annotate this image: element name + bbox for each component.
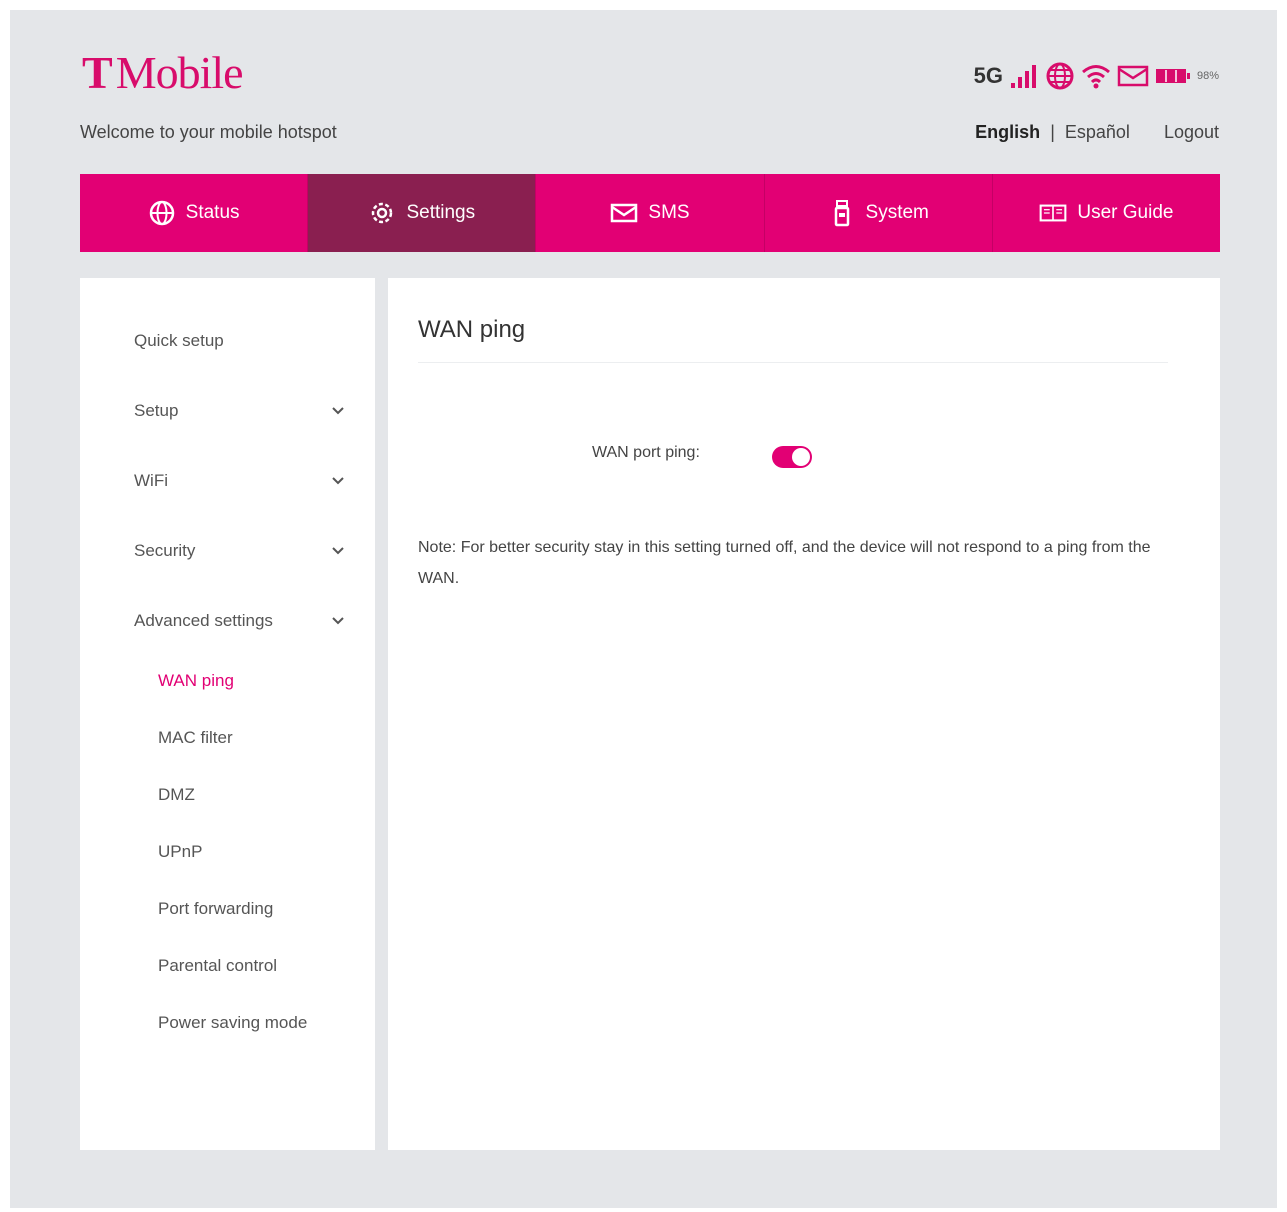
toggle-knob — [792, 448, 810, 466]
language-bar: English | Español Logout — [975, 122, 1219, 143]
chevron-down-icon — [332, 477, 344, 485]
sidebar-item-advanced-settings[interactable]: Advanced settings — [134, 606, 345, 636]
mail-icon — [611, 203, 638, 223]
sidebar-subitem-dmz[interactable]: DMZ — [158, 781, 195, 809]
main-nav: Status Settings SMS System User Guide — [80, 174, 1220, 252]
sidebar-subitem-upnp[interactable]: UPnP — [158, 838, 202, 866]
sidebar-item-quick-setup[interactable]: Quick setup — [134, 326, 345, 356]
tab-settings-label: Settings — [406, 202, 476, 223]
network-type: 5G — [973, 63, 1003, 88]
sidebar: Quick setup Setup WiFi Security Advanced… — [80, 278, 375, 1150]
signal-icon — [1010, 65, 1036, 88]
security-note: Note: For better security stay in this s… — [418, 539, 1151, 587]
logout-link[interactable]: Logout — [1164, 122, 1219, 143]
welcome-text: Welcome to your mobile hotspot — [80, 122, 337, 142]
sidebar-item-label: Setup — [134, 401, 179, 420]
chevron-down-icon — [332, 547, 344, 555]
sidebar-item-setup[interactable]: Setup — [134, 396, 345, 426]
book-icon — [1039, 204, 1067, 222]
sidebar-item-wifi[interactable]: WiFi — [134, 466, 345, 496]
mail-icon — [1117, 65, 1149, 87]
lang-espanol[interactable]: Español — [1065, 122, 1130, 143]
content-panel: WAN ping WAN port ping: Note: For better… — [388, 278, 1220, 1150]
sidebar-subitem-port-forwarding[interactable]: Port forwarding — [158, 895, 273, 923]
status-bar: 5G 98% — [974, 58, 1219, 94]
tab-settings[interactable]: Settings — [308, 174, 537, 252]
sidebar-subitem-parental-control[interactable]: Parental control — [158, 952, 277, 980]
tab-sms[interactable]: SMS — [536, 174, 765, 252]
globe-icon — [149, 200, 174, 226]
tab-user-guide[interactable]: User Guide — [993, 174, 1220, 252]
tab-sms-label: SMS — [648, 202, 690, 223]
lang-separator: | — [1050, 122, 1055, 142]
lang-english[interactable]: English — [975, 122, 1040, 143]
wan-port-ping-toggle[interactable] — [772, 446, 812, 468]
tab-user-guide-label: User Guide — [1077, 202, 1174, 223]
logo-t: T — [82, 47, 113, 98]
sidebar-item-security[interactable]: Security — [134, 536, 345, 566]
device-icon — [834, 200, 849, 227]
chevron-down-icon — [332, 407, 344, 415]
divider — [418, 362, 1168, 363]
sidebar-subitem-power-saving-mode[interactable]: Power saving mode — [158, 1009, 307, 1037]
sidebar-item-label: WiFi — [134, 471, 168, 490]
sidebar-item-label: Security — [134, 541, 196, 560]
tab-system-label: System — [865, 202, 929, 223]
tab-status[interactable]: Status — [80, 174, 309, 252]
wan-port-ping-label: WAN port ping: — [592, 444, 700, 461]
gear-icon — [372, 202, 393, 224]
page-title: WAN ping — [418, 316, 526, 343]
tab-status-label: Status — [185, 202, 240, 223]
tab-system[interactable]: System — [765, 174, 993, 252]
sidebar-item-label: Quick setup — [134, 331, 224, 350]
logo-name: Mobile — [115, 47, 244, 98]
tmobile-logo: TMobile — [82, 46, 244, 99]
globe-icon — [1046, 62, 1074, 90]
chevron-down-icon — [332, 617, 344, 625]
sidebar-item-label: Advanced settings — [134, 611, 273, 630]
wifi-icon — [1082, 65, 1110, 89]
battery-percent: 98% — [1196, 70, 1219, 82]
battery-icon — [1155, 69, 1190, 83]
sidebar-subitem-mac-filter[interactable]: MAC filter — [158, 724, 233, 752]
sidebar-subitem-wan-ping[interactable]: WAN ping — [158, 667, 234, 695]
